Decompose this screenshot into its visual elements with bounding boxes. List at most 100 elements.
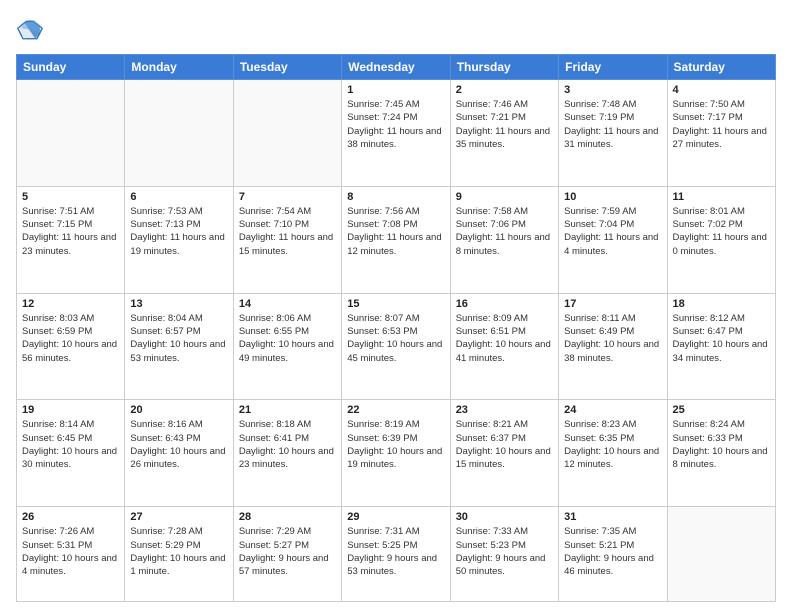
calendar-cell: 15 Sunrise: 8:07 AMSunset: 6:53 PMDayligh… [342,293,450,400]
day-number: 16 [456,298,553,310]
calendar-cell: 4 Sunrise: 7:50 AMSunset: 7:17 PMDaylight… [667,80,775,187]
day-number: 3 [564,84,661,96]
cell-info: Sunrise: 7:56 AMSunset: 7:08 PMDaylight:… [347,205,444,258]
day-number: 10 [564,191,661,203]
calendar-cell: 27 Sunrise: 7:28 AMSunset: 5:29 PMDayligh… [125,507,233,602]
calendar-cell: 9 Sunrise: 7:58 AMSunset: 7:06 PMDaylight… [450,186,558,293]
calendar-cell: 14 Sunrise: 8:06 AMSunset: 6:55 PMDayligh… [233,293,341,400]
cell-info: Sunrise: 7:50 AMSunset: 7:17 PMDaylight:… [673,98,770,151]
cell-info: Sunrise: 7:59 AMSunset: 7:04 PMDaylight:… [564,205,661,258]
calendar-cell: 6Sunrise: 7:53 AMSunset: 7:13 PMDaylight… [125,186,233,293]
calendar-cell: 22Sunrise: 8:19 AMSunset: 6:39 PMDayligh… [342,400,450,507]
cell-info: Sunrise: 7:35 AMSunset: 5:21 PMDaylight:… [564,525,661,578]
cell-info: Sunrise: 8:09 AMSunset: 6:51 PMDaylight:… [456,312,553,365]
day-number: 18 [673,298,770,310]
weekday-header-row: SundayMondayTuesdayWednesdayThursdayFrid… [17,55,776,80]
page: SundayMondayTuesdayWednesdayThursdayFrid… [0,0,792,612]
cell-info: Sunrise: 8:23 AMSunset: 6:35 PMDaylight:… [564,418,661,471]
day-number: 4 [673,84,770,96]
day-number: 12 [22,298,119,310]
calendar-cell [125,80,233,187]
logo [16,16,48,44]
cell-info: Sunrise: 7:53 AMSunset: 7:13 PMDaylight:… [130,205,227,258]
day-number: 31 [564,511,661,523]
weekday-header-thursday: Thursday [450,55,558,80]
day-number: 28 [239,511,336,523]
day-number: 5 [22,191,119,203]
calendar-cell: 26 Sunrise: 7:26 AMSunset: 5:31 PMDayligh… [17,507,125,602]
calendar-cell: 28 Sunrise: 7:29 AMSunset: 5:27 PMDayligh… [233,507,341,602]
cell-info: Sunrise: 8:14 AMSunset: 6:45 PMDaylight:… [22,418,119,471]
calendar-cell [233,80,341,187]
calendar-cell: 8 Sunrise: 7:56 AMSunset: 7:08 PMDaylight… [342,186,450,293]
cell-info: Sunrise: 7:29 AMSunset: 5:27 PMDaylight:… [239,525,336,578]
cell-info: Sunrise: 7:31 AMSunset: 5:25 PMDaylight:… [347,525,444,578]
day-number: 2 [456,84,553,96]
cell-info: Sunrise: 8:16 AMSunset: 6:43 PMDaylight:… [130,418,227,471]
calendar-cell: 12Sunrise: 8:03 AMSunset: 6:59 PMDayligh… [17,293,125,400]
day-number: 26 [22,511,119,523]
calendar-row-3: 19Sunrise: 8:14 AMSunset: 6:45 PMDayligh… [17,400,776,507]
weekday-header-wednesday: Wednesday [342,55,450,80]
calendar-cell: 23 Sunrise: 8:21 AMSunset: 6:37 PMDayligh… [450,400,558,507]
day-number: 15 [347,298,444,310]
weekday-header-friday: Friday [559,55,667,80]
weekday-header-sunday: Sunday [17,55,125,80]
cell-info: Sunrise: 7:51 AMSunset: 7:15 PMDaylight:… [22,205,119,258]
day-number: 27 [130,511,227,523]
calendar-cell: 31 Sunrise: 7:35 AMSunset: 5:21 PMDayligh… [559,507,667,602]
calendar-cell: 5 Sunrise: 7:51 AMSunset: 7:15 PMDaylight… [17,186,125,293]
day-number: 14 [239,298,336,310]
calendar-cell [667,507,775,602]
day-number: 24 [564,404,661,416]
cell-info: Sunrise: 7:54 AMSunset: 7:10 PMDaylight:… [239,205,336,258]
cell-info: Sunrise: 7:26 AMSunset: 5:31 PMDaylight:… [22,525,119,578]
calendar-cell: 30Sunrise: 7:33 AMSunset: 5:23 PMDayligh… [450,507,558,602]
calendar-table: SundayMondayTuesdayWednesdayThursdayFrid… [16,54,776,602]
cell-info: Sunrise: 8:01 AMSunset: 7:02 PMDaylight:… [673,205,770,258]
day-number: 7 [239,191,336,203]
cell-info: Sunrise: 8:06 AMSunset: 6:55 PMDaylight:… [239,312,336,365]
day-number: 29 [347,511,444,523]
calendar-cell: 3 Sunrise: 7:48 AMSunset: 7:19 PMDaylight… [559,80,667,187]
weekday-header-monday: Monday [125,55,233,80]
calendar-cell: 11 Sunrise: 8:01 AMSunset: 7:02 PMDayligh… [667,186,775,293]
calendar-row-4: 26 Sunrise: 7:26 AMSunset: 5:31 PMDayligh… [17,507,776,602]
day-number: 21 [239,404,336,416]
calendar-cell: 7 Sunrise: 7:54 AMSunset: 7:10 PMDaylight… [233,186,341,293]
day-number: 23 [456,404,553,416]
calendar-row-2: 12Sunrise: 8:03 AMSunset: 6:59 PMDayligh… [17,293,776,400]
day-number: 20 [130,404,227,416]
calendar-row-0: 1Sunrise: 7:45 AMSunset: 7:24 PMDaylight… [17,80,776,187]
cell-info: Sunrise: 7:28 AMSunset: 5:29 PMDaylight:… [130,525,227,578]
calendar-cell: 20 Sunrise: 8:16 AMSunset: 6:43 PMDayligh… [125,400,233,507]
header [16,16,776,44]
calendar-cell: 18 Sunrise: 8:12 AMSunset: 6:47 PMDayligh… [667,293,775,400]
day-number: 30 [456,511,553,523]
cell-info: Sunrise: 7:45 AMSunset: 7:24 PMDaylight:… [347,98,444,151]
cell-info: Sunrise: 8:21 AMSunset: 6:37 PMDaylight:… [456,418,553,471]
cell-info: Sunrise: 8:04 AMSunset: 6:57 PMDaylight:… [130,312,227,365]
calendar-cell: 29 Sunrise: 7:31 AMSunset: 5:25 PMDayligh… [342,507,450,602]
calendar-cell: 1Sunrise: 7:45 AMSunset: 7:24 PMDaylight… [342,80,450,187]
cell-info: Sunrise: 7:58 AMSunset: 7:06 PMDaylight:… [456,205,553,258]
cell-info: Sunrise: 8:19 AMSunset: 6:39 PMDaylight:… [347,418,444,471]
cell-info: Sunrise: 8:12 AMSunset: 6:47 PMDaylight:… [673,312,770,365]
day-number: 9 [456,191,553,203]
day-number: 17 [564,298,661,310]
day-number: 25 [673,404,770,416]
cell-info: Sunrise: 7:48 AMSunset: 7:19 PMDaylight:… [564,98,661,151]
day-number: 13 [130,298,227,310]
calendar-cell: 21 Sunrise: 8:18 AMSunset: 6:41 PMDayligh… [233,400,341,507]
calendar-cell [17,80,125,187]
cell-info: Sunrise: 8:24 AMSunset: 6:33 PMDaylight:… [673,418,770,471]
logo-icon [16,16,44,44]
cell-info: Sunrise: 8:18 AMSunset: 6:41 PMDaylight:… [239,418,336,471]
weekday-header-tuesday: Tuesday [233,55,341,80]
calendar-cell: 10 Sunrise: 7:59 AMSunset: 7:04 PMDayligh… [559,186,667,293]
day-number: 11 [673,191,770,203]
cell-info: Sunrise: 8:07 AMSunset: 6:53 PMDaylight:… [347,312,444,365]
day-number: 8 [347,191,444,203]
calendar-cell: 16 Sunrise: 8:09 AMSunset: 6:51 PMDayligh… [450,293,558,400]
calendar-row-1: 5 Sunrise: 7:51 AMSunset: 7:15 PMDaylight… [17,186,776,293]
